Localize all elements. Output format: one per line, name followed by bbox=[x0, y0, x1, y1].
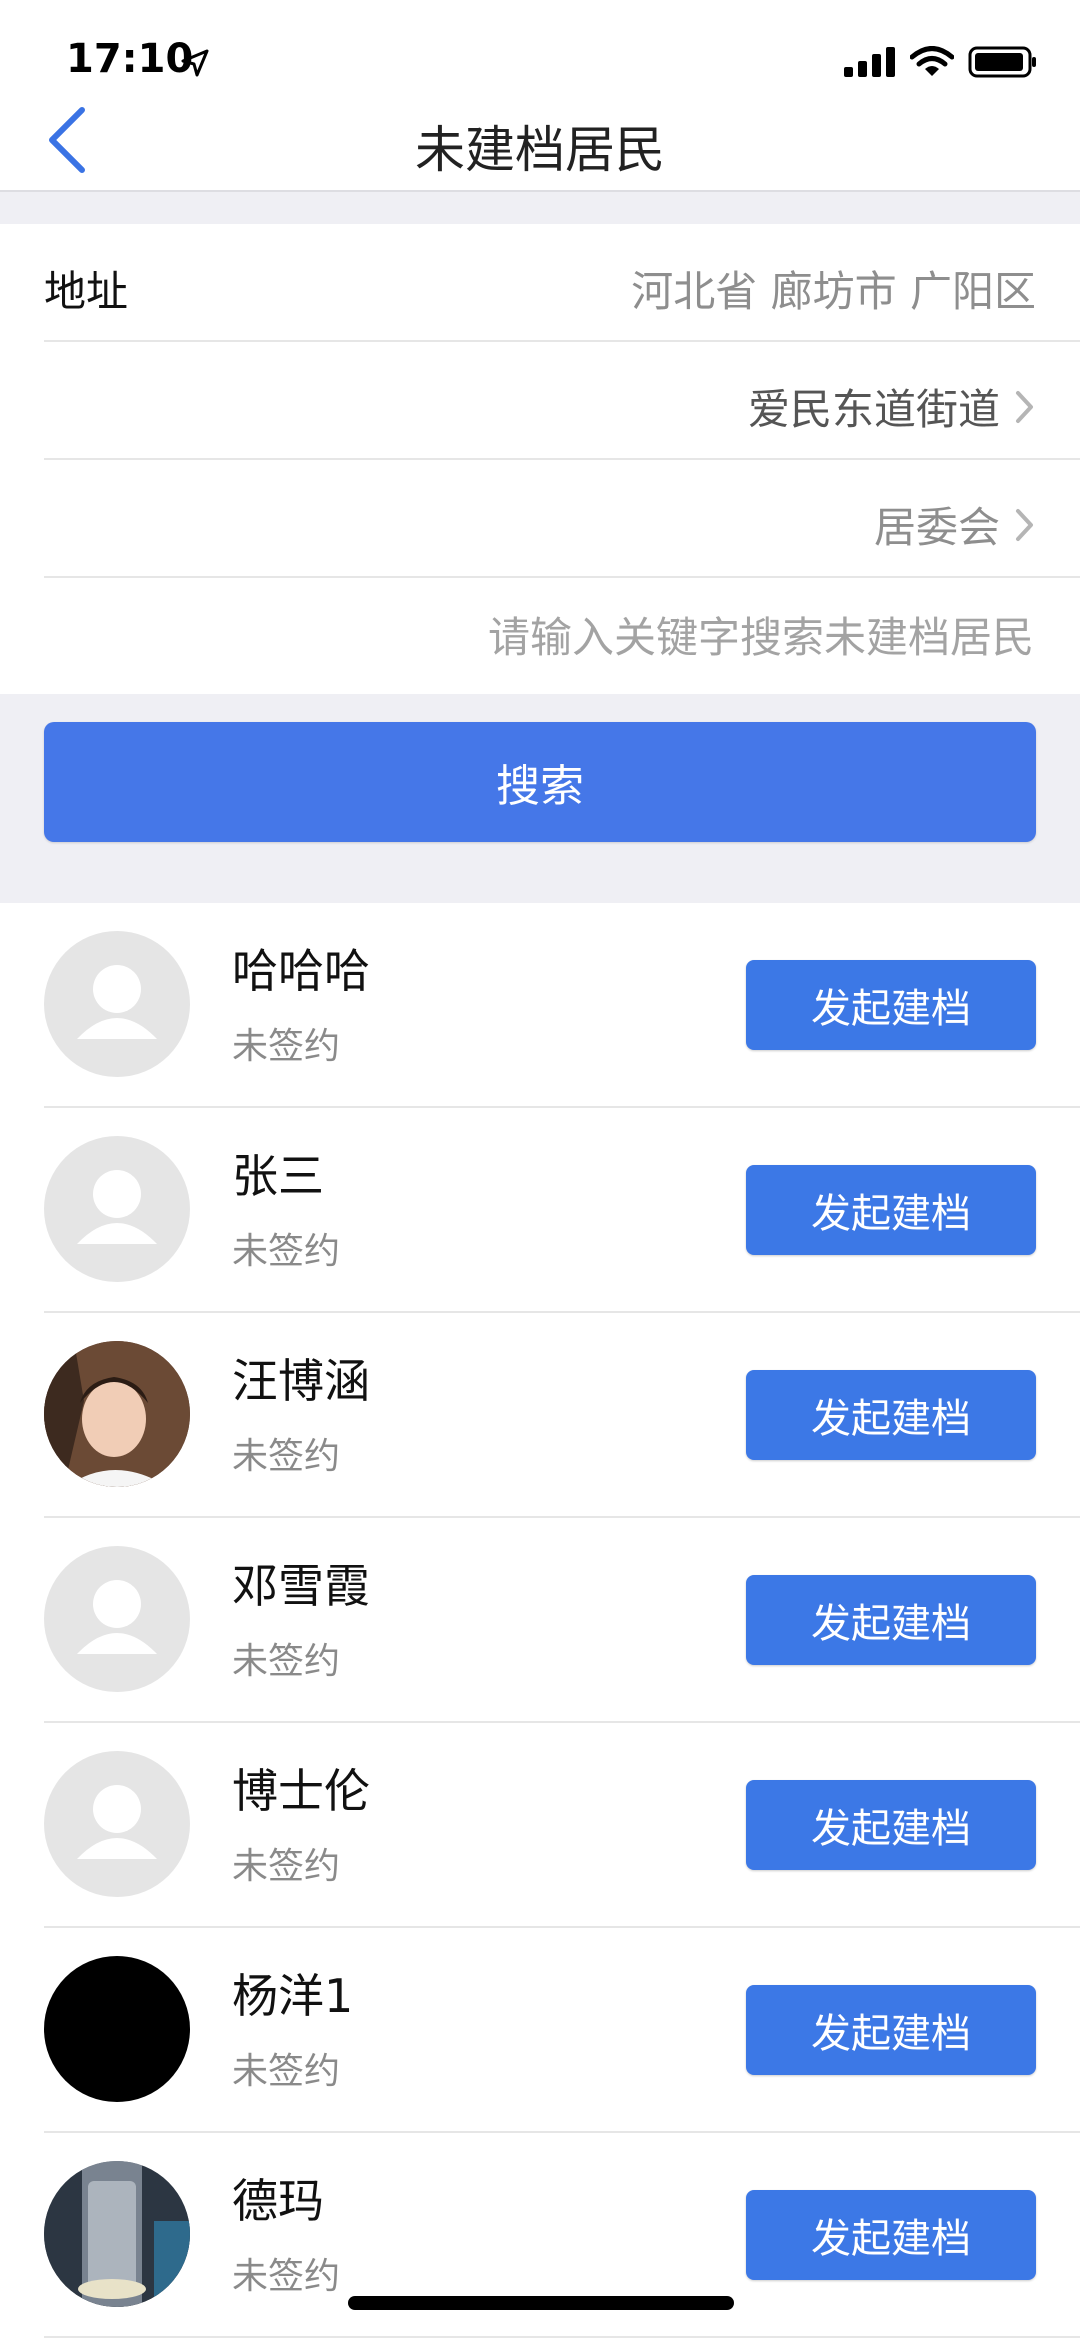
chevron-right-icon bbox=[1016, 508, 1033, 541]
chevron-right-icon bbox=[1016, 390, 1033, 423]
default-avatar-icon bbox=[77, 1580, 157, 1654]
signing-status: 未签约 bbox=[232, 2256, 341, 2297]
start-archive-button[interactable]: 发起建档 bbox=[746, 1370, 1036, 1460]
address-row[interactable]: 地址 河北省 廊坊市 广阳区 bbox=[0, 224, 1080, 342]
divider bbox=[44, 2336, 1080, 2338]
avatar-photo bbox=[44, 1341, 190, 1487]
street-value: 爱民东道街道 bbox=[747, 385, 1000, 434]
list-item[interactable]: 汪博涵 未签约 发起建档 bbox=[0, 1313, 1080, 1518]
start-archive-button[interactable]: 发起建档 bbox=[746, 1985, 1036, 2075]
location-arrow-icon bbox=[180, 48, 210, 82]
start-archive-button[interactable]: 发起建档 bbox=[746, 1165, 1036, 1255]
status-time: 17:10 bbox=[66, 36, 194, 82]
resident-name: 哈哈哈 bbox=[232, 944, 370, 998]
avatar bbox=[44, 1136, 190, 1282]
navigation-bar: 未建档居民 bbox=[0, 80, 1080, 190]
address-label: 地址 bbox=[44, 267, 129, 316]
avatar bbox=[44, 1751, 190, 1897]
avatar-photo bbox=[44, 2161, 190, 2307]
signing-status: 未签约 bbox=[232, 1231, 341, 1272]
committee-value-wrap: 居委会 bbox=[874, 494, 1036, 555]
avatar-photo bbox=[44, 1956, 190, 2102]
default-avatar-icon bbox=[77, 1170, 157, 1244]
list-item[interactable]: 博士伦 未签约 发起建档 bbox=[0, 1723, 1080, 1928]
signing-status: 未签约 bbox=[232, 1026, 341, 1067]
start-archive-button[interactable]: 发起建档 bbox=[746, 2190, 1036, 2280]
committee-selector[interactable]: 居委会 bbox=[0, 460, 1080, 578]
avatar bbox=[44, 931, 190, 1077]
wifi-icon bbox=[909, 46, 955, 82]
resident-name: 杨洋1 bbox=[232, 1969, 354, 2023]
list-item[interactable]: 张三 未签约 发起建档 bbox=[0, 1108, 1080, 1313]
resident-name: 邓雪霞 bbox=[232, 1559, 370, 1613]
battery-icon bbox=[968, 46, 1038, 82]
start-archive-button[interactable]: 发起建档 bbox=[746, 1780, 1036, 1870]
street-selector[interactable]: 爱民东道街道 bbox=[0, 342, 1080, 460]
default-avatar-icon bbox=[77, 1785, 157, 1859]
resident-name: 张三 bbox=[232, 1149, 324, 1203]
resident-list: 哈哈哈 未签约 发起建档 张三 未签约 发起建档 汪博涵 未签约 发起建档 邓雪… bbox=[0, 903, 1080, 2338]
address-value: 河北省 廊坊市 广阳区 bbox=[631, 267, 1036, 316]
status-indicators bbox=[844, 46, 1038, 82]
committee-value: 居委会 bbox=[873, 503, 1000, 552]
signing-status: 未签约 bbox=[232, 1846, 341, 1887]
street-value-wrap: 爱民东道街道 bbox=[748, 376, 1036, 437]
list-item[interactable]: 哈哈哈 未签约 发起建档 bbox=[0, 903, 1080, 1108]
header-separator bbox=[0, 190, 1080, 226]
list-item[interactable]: 邓雪霞 未签约 发起建档 bbox=[0, 1518, 1080, 1723]
cellular-signal-icon bbox=[844, 47, 896, 81]
signing-status: 未签约 bbox=[232, 1436, 341, 1477]
avatar bbox=[44, 1546, 190, 1692]
start-archive-button[interactable]: 发起建档 bbox=[746, 1575, 1036, 1665]
search-row bbox=[0, 578, 1080, 694]
start-archive-button[interactable]: 发起建档 bbox=[746, 960, 1036, 1050]
search-button[interactable]: 搜索 bbox=[44, 722, 1036, 842]
list-item[interactable]: 杨洋1 未签约 发起建档 bbox=[0, 1928, 1080, 2133]
resident-name: 德玛 bbox=[232, 2174, 324, 2228]
signing-status: 未签约 bbox=[232, 1641, 341, 1682]
status-bar: 17:10 bbox=[0, 0, 1080, 90]
resident-name: 汪博涵 bbox=[232, 1354, 370, 1408]
default-avatar-icon bbox=[77, 965, 157, 1039]
page-title: 未建档居民 bbox=[415, 121, 665, 179]
search-input[interactable] bbox=[44, 604, 1036, 670]
resident-name: 博士伦 bbox=[232, 1764, 370, 1818]
home-indicator[interactable] bbox=[348, 2296, 734, 2310]
signing-status: 未签约 bbox=[232, 2051, 341, 2092]
